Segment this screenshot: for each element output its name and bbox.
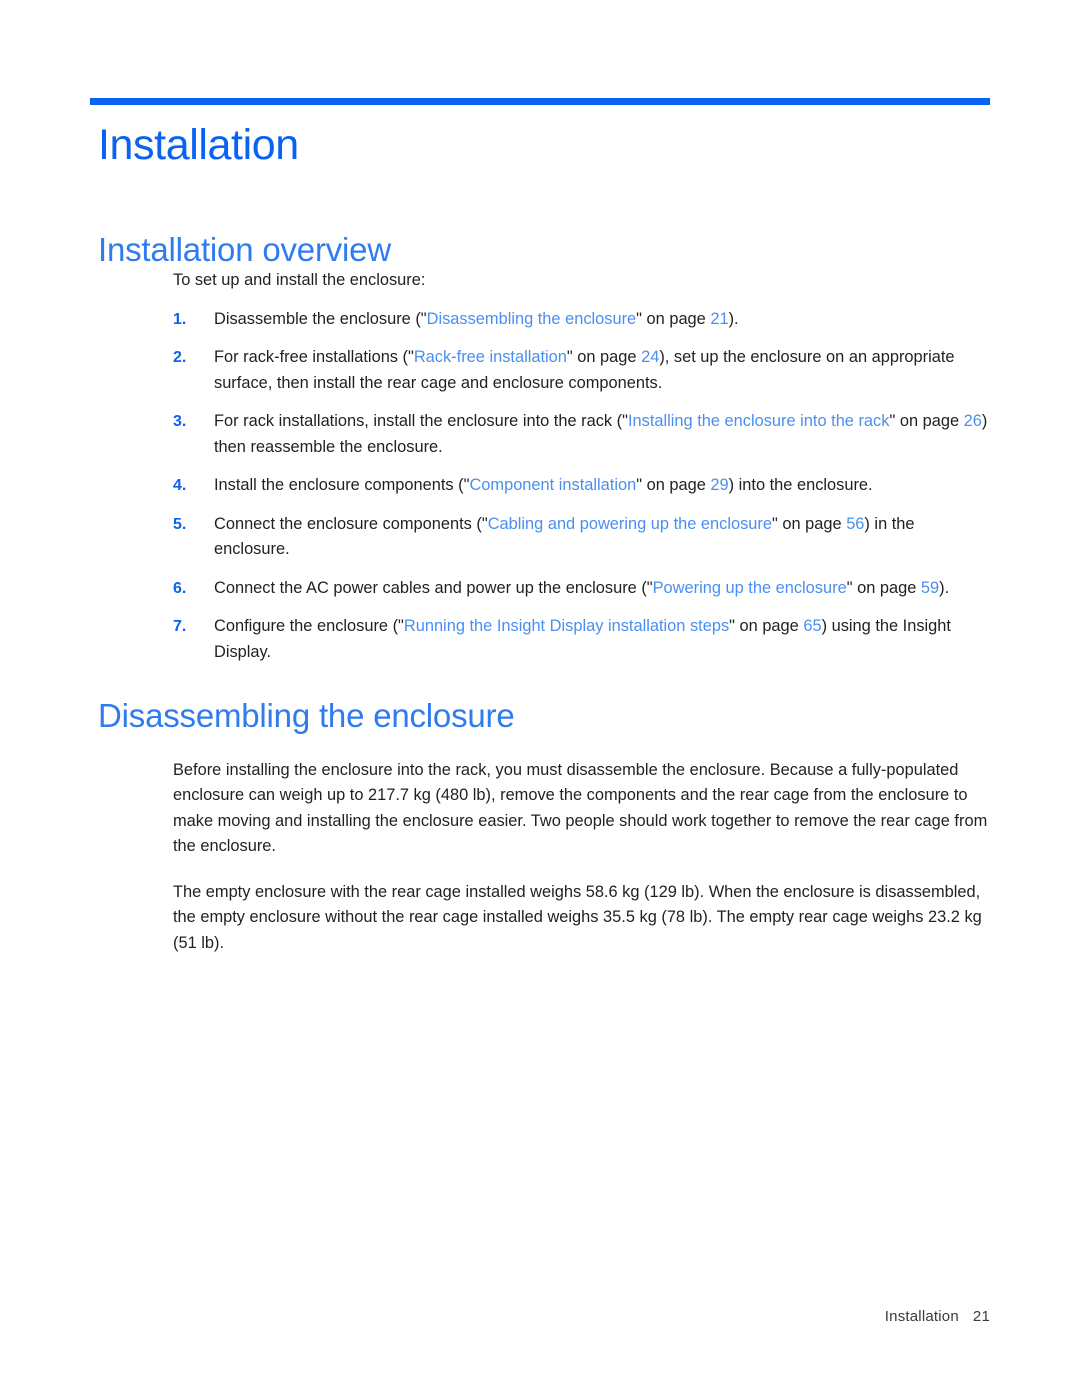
- paragraph: Before installing the enclosure into the…: [173, 760, 988, 856]
- step-text-post: ).: [728, 309, 739, 328]
- list-item: 6. Connect the AC power cables and power …: [173, 576, 990, 602]
- step-number: 1.: [173, 310, 187, 328]
- step-number: 4.: [173, 477, 187, 495]
- paragraph: The empty enclosure with the rear cage i…: [173, 882, 982, 952]
- step-text-pre: Disassemble the enclosure (": [214, 309, 427, 328]
- footer-page-number: 21: [972, 1308, 990, 1325]
- step-text-mid: " on page: [729, 617, 804, 636]
- cross-reference-link[interactable]: Running the Insight Display installation…: [404, 617, 729, 635]
- cross-reference-link[interactable]: Disassembling the enclosure: [427, 310, 637, 328]
- step-text-mid: " on page: [636, 476, 711, 495]
- overview-body: To set up and install the enclosure: 1. D…: [173, 268, 990, 665]
- section-heading-disassembling-the-enclosure: Disassembling the enclosure: [98, 697, 515, 735]
- step-text-mid: " on page: [772, 514, 847, 533]
- page-footer: Installation 21: [0, 1308, 990, 1325]
- step-text-pre: Configure the enclosure (": [214, 617, 404, 636]
- footer-chapter-label: Installation: [884, 1308, 959, 1325]
- step-text-post: ).: [939, 578, 950, 597]
- step-text-mid: " on page: [889, 412, 964, 431]
- list-item: 5. Connect the enclosure components ("Cab…: [173, 512, 990, 563]
- chapter-rule-divider: [90, 98, 990, 105]
- section-installation-overview: Installation overview To set up and inst…: [90, 231, 990, 665]
- list-item: 4. Install the enclosure components ("Com…: [173, 473, 990, 499]
- step-text-mid: " on page: [566, 348, 642, 367]
- step-text-pre: For rack installations, install the encl…: [214, 412, 628, 431]
- step-text-mid: " on page: [846, 578, 921, 597]
- list-item: 1. Disassemble the enclosure ("Disassembl…: [173, 307, 990, 333]
- step-number: 7.: [173, 618, 187, 636]
- page-reference-number[interactable]: 26: [964, 412, 982, 430]
- step-text-pre: Connect the enclosure components (": [214, 514, 488, 533]
- cross-reference-link[interactable]: Powering up the enclosure: [653, 579, 847, 597]
- cross-reference-link[interactable]: Component installation: [469, 476, 636, 494]
- page-reference-number[interactable]: 24: [641, 348, 659, 366]
- step-number: 5.: [173, 515, 187, 533]
- cross-reference-link[interactable]: Installing the enclosure into the rack: [628, 412, 890, 430]
- page-reference-number[interactable]: 29: [710, 476, 728, 494]
- step-number: 3.: [173, 413, 187, 431]
- section-disassembling-the-enclosure: Disassembling the enclosure Before insta…: [90, 698, 990, 956]
- step-text-pre: For rack-free installations (": [214, 348, 414, 367]
- step-number: 2.: [173, 349, 187, 367]
- list-item: 7. Configure the enclosure ("Running the …: [173, 614, 990, 665]
- cross-reference-link[interactable]: Cabling and powering up the enclosure: [488, 515, 772, 533]
- page-reference-number[interactable]: 56: [846, 515, 864, 533]
- list-item: 3. For rack installations, install the en…: [173, 409, 990, 460]
- disassembling-body: Before installing the enclosure into the…: [173, 758, 990, 957]
- chapter-title: Installation: [98, 121, 299, 169]
- overview-intro-text: To set up and install the enclosure:: [173, 271, 426, 290]
- step-text-pre: Connect the AC power cables and power up…: [214, 578, 653, 597]
- page-reference-number[interactable]: 21: [710, 310, 728, 328]
- page-reference-number[interactable]: 65: [803, 617, 821, 635]
- cross-reference-link[interactable]: Rack-free installation: [414, 348, 567, 366]
- document-page: Installation Installation overview To se…: [0, 0, 1080, 1397]
- section-heading-installation-overview: Installation overview: [98, 231, 391, 269]
- list-item: 2. For rack-free installations ("Rack-fre…: [173, 345, 990, 396]
- step-text-pre: Install the enclosure components (": [214, 476, 470, 495]
- page-content: Installation Installation overview To se…: [90, 0, 990, 956]
- step-number: 6.: [173, 579, 187, 597]
- step-text-post: ) into the enclosure.: [728, 476, 873, 495]
- installation-steps-list: 1. Disassemble the enclosure ("Disassembl…: [173, 307, 990, 666]
- step-text-mid: " on page: [636, 309, 711, 328]
- page-reference-number[interactable]: 59: [921, 579, 939, 597]
